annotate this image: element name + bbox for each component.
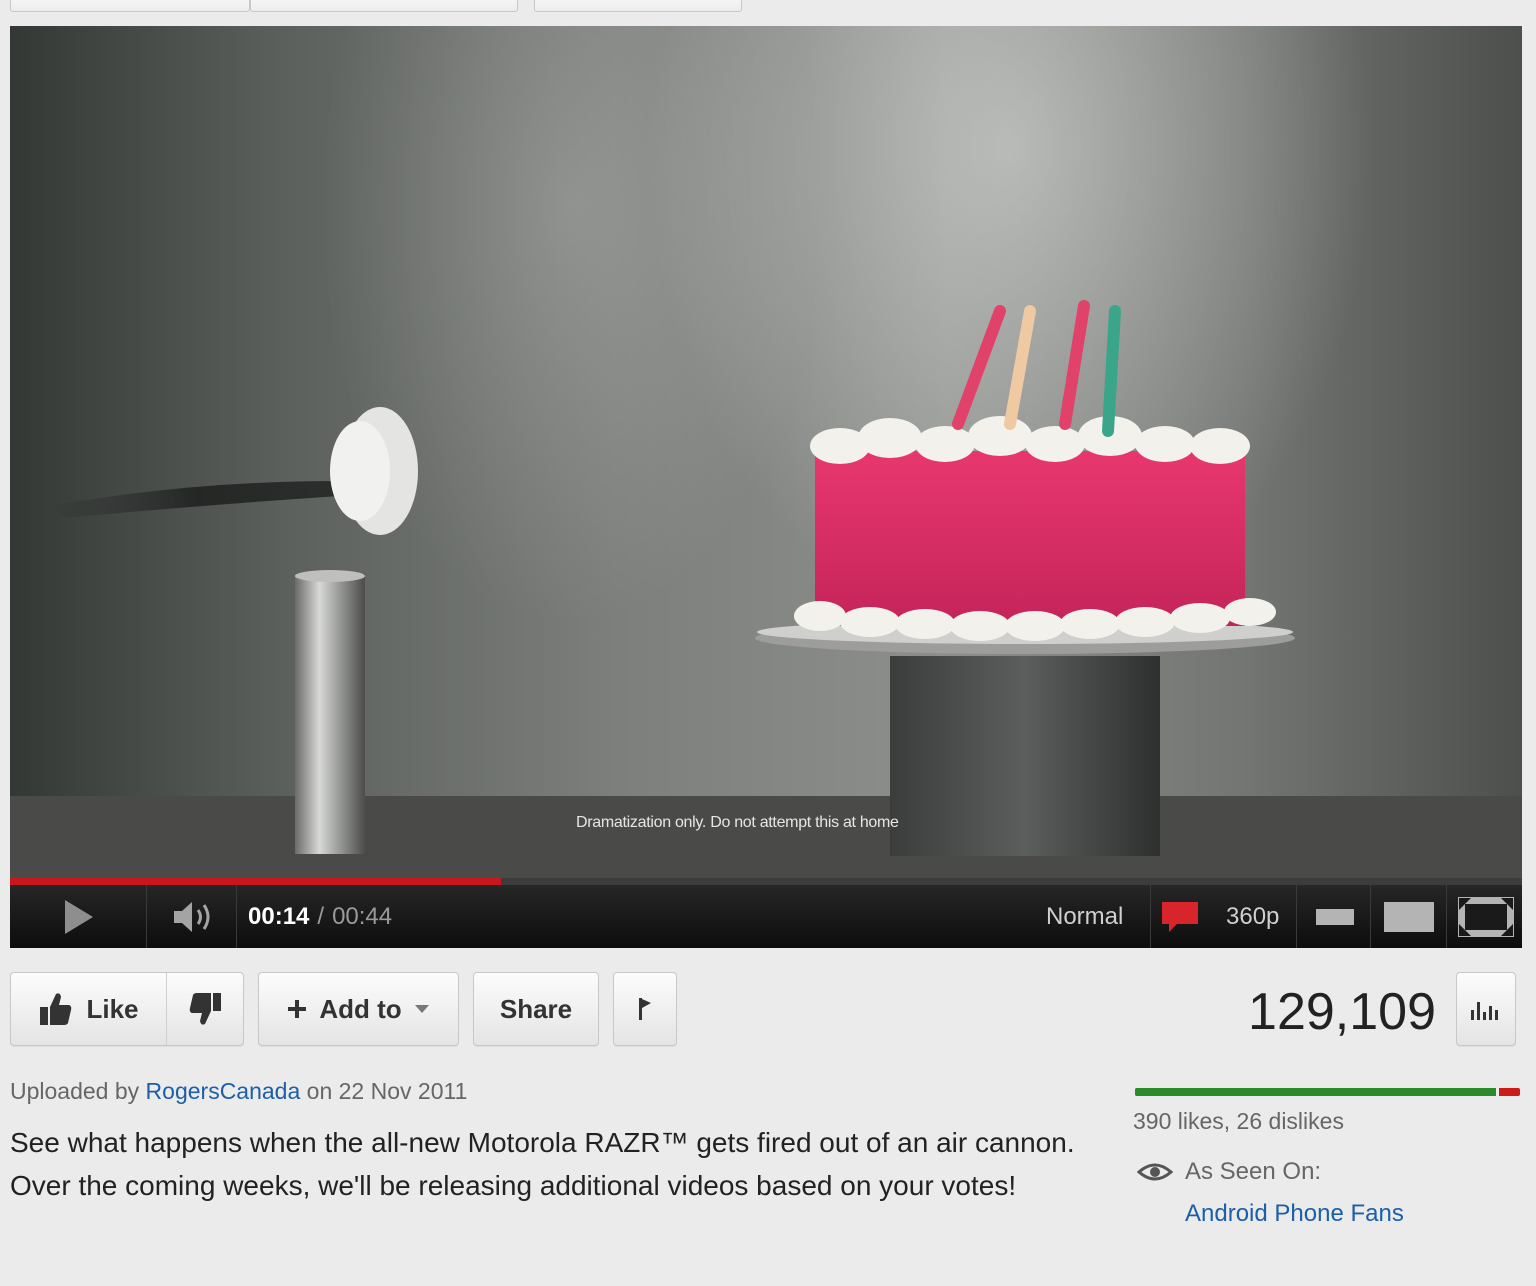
video-frame[interactable]: Dramatization only. Do not attempt this …: [10, 26, 1522, 878]
like-dislike-group: Like: [10, 972, 244, 1046]
like-button[interactable]: Like: [11, 973, 166, 1045]
total-time: 00:44: [332, 902, 393, 930]
share-button[interactable]: Share: [473, 972, 599, 1046]
video-player[interactable]: Dramatization only. Do not attempt this …: [10, 26, 1522, 948]
time-display: 00:14 / 00:44: [248, 885, 392, 948]
flag-button[interactable]: [613, 972, 677, 1046]
top-tab-strip: [0, 0, 1536, 16]
dislike-button[interactable]: [167, 973, 244, 1045]
small-player-button[interactable]: [1313, 885, 1357, 948]
video-scene: [10, 300, 1522, 878]
like-label: Like: [86, 993, 139, 1024]
top-tab[interactable]: [534, 0, 742, 12]
uploaded-by-label: Uploaded by: [10, 1078, 140, 1104]
top-tab[interactable]: [250, 0, 518, 12]
on-word: on: [306, 1078, 333, 1104]
volume-button[interactable]: [165, 885, 225, 948]
chevron-down-icon: [414, 1005, 429, 1013]
share-label: Share: [499, 993, 573, 1024]
play-icon: [65, 899, 93, 934]
current-time: 00:14: [248, 902, 310, 930]
add-to-button[interactable]: Add to: [258, 972, 459, 1046]
large-player-icon: [1384, 901, 1434, 932]
speed-label: Normal: [1046, 902, 1124, 930]
fullscreen-button[interactable]: [1454, 885, 1518, 948]
flag-icon: [639, 998, 651, 1020]
speed-button[interactable]: Normal: [1046, 885, 1123, 948]
seen-on-site-link[interactable]: Android Phone Fans: [1185, 1200, 1404, 1228]
thumbs-down-icon: [189, 993, 221, 1025]
video-caption: Dramatization only. Do not attempt this …: [576, 814, 899, 831]
top-tab[interactable]: [10, 0, 250, 12]
player-controls: 00:14 / 00:44 Normal 360p: [10, 885, 1522, 948]
stats-bars-icon: [1471, 1002, 1498, 1020]
quality-button[interactable]: 360p: [1226, 885, 1279, 948]
upload-info: Uploaded by RogersCanada on 22 Nov 2011: [10, 1078, 467, 1105]
eye-icon: [1137, 1163, 1173, 1181]
as-seen-on-label: As Seen On:: [1185, 1158, 1322, 1185]
likes-dislikes-count: 390 likes, 26 dislikes: [1133, 1108, 1344, 1134]
progress-played: [10, 878, 502, 885]
captions-icon: [1162, 901, 1198, 932]
play-button[interactable]: [58, 885, 98, 948]
as-seen-on: As Seen On:: [1137, 1158, 1321, 1186]
likes-ratio-bar: [1135, 1088, 1520, 1096]
upload-date: 22 Nov 2011: [338, 1078, 468, 1104]
quality-label: 360p: [1226, 902, 1280, 930]
thumbs-up-icon: [40, 993, 72, 1025]
ratio-divider: [1495, 1088, 1499, 1096]
time-separator: /: [317, 902, 325, 930]
small-player-icon: [1316, 908, 1354, 925]
video-description: See what happens when the all-new Motoro…: [10, 1127, 1075, 1201]
large-player-button[interactable]: [1382, 885, 1436, 948]
uploader-link[interactable]: RogersCanada: [146, 1078, 301, 1104]
captions-button[interactable]: [1160, 885, 1200, 948]
view-count: 129,109: [1248, 983, 1436, 1041]
progress-bar[interactable]: [10, 878, 1522, 885]
plus-icon: [288, 1000, 307, 1018]
stats-button[interactable]: [1456, 972, 1516, 1046]
volume-icon: [174, 901, 210, 932]
fullscreen-icon: [1458, 896, 1514, 937]
add-to-label: Add to: [319, 993, 402, 1024]
likes-portion: [1135, 1088, 1496, 1096]
